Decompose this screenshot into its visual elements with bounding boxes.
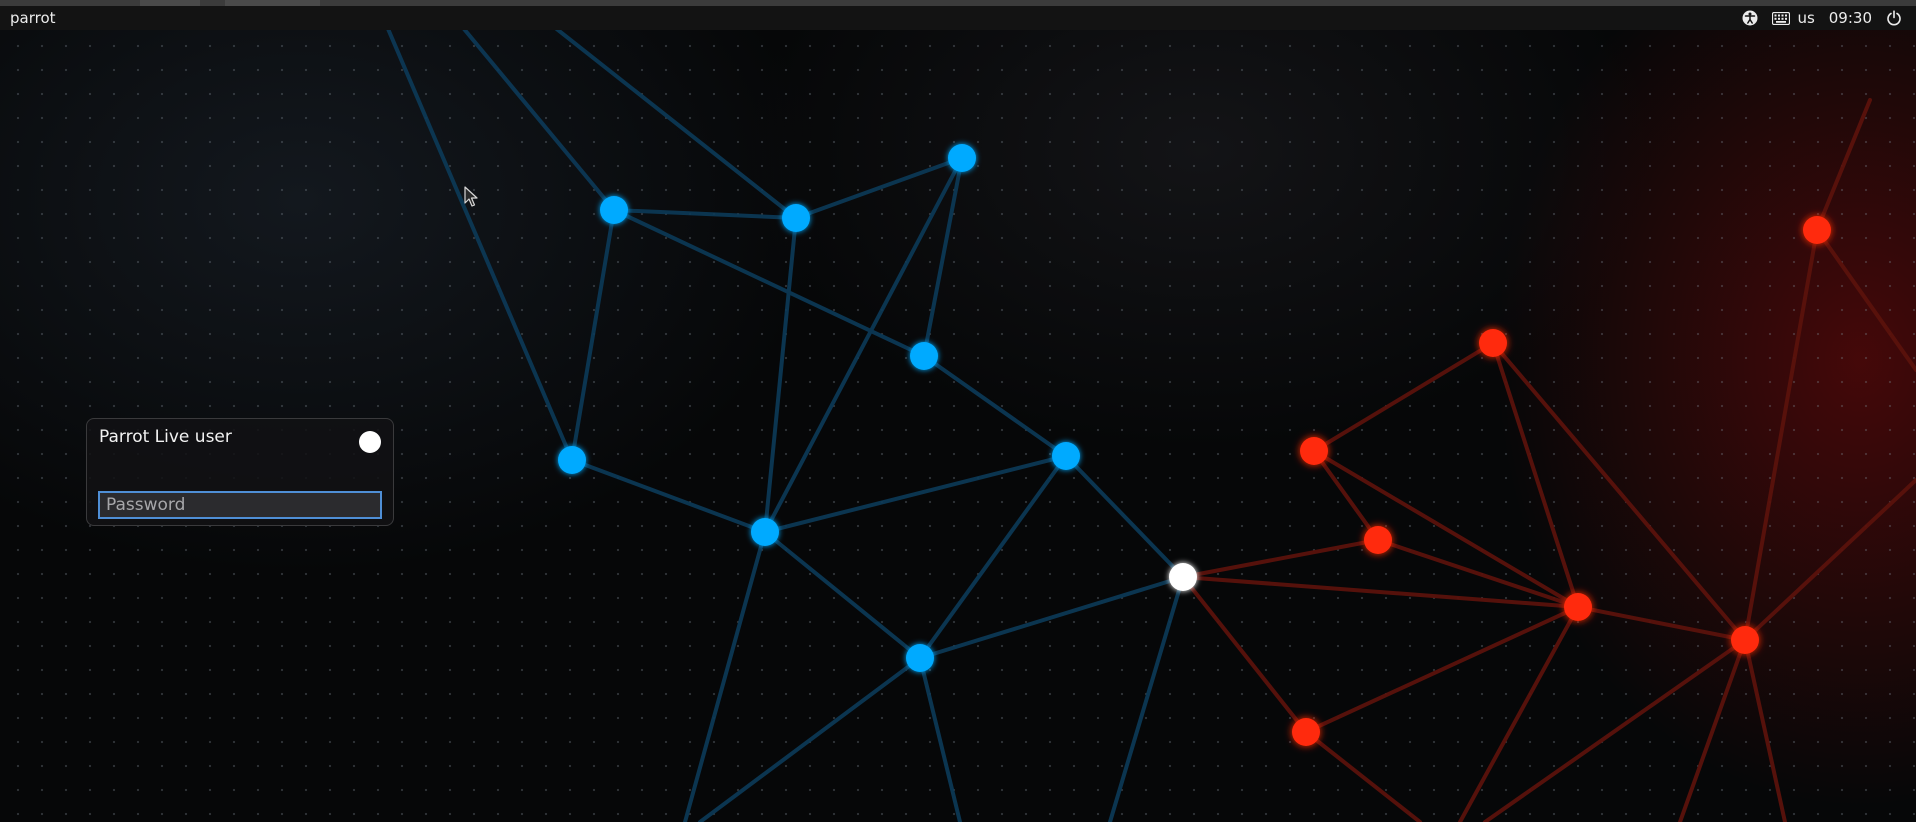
keyboard-layout-label: us [1797,9,1815,27]
user-name-label: Parrot Live user [99,427,232,447]
login-screen: parrot us 09:30 Parrot Live user [0,0,1916,822]
login-prompt: Parrot Live user [86,418,394,526]
top-panel: parrot us 09:30 [0,6,1916,30]
keyboard-icon [1772,11,1791,25]
keyboard-layout-indicator[interactable]: us [1772,9,1815,27]
password-input[interactable] [98,491,382,519]
hostname-label: parrot [10,9,56,27]
session-selector-button[interactable] [359,431,381,453]
system-tray: us 09:30 [1742,8,1902,28]
power-icon[interactable] [1886,10,1902,26]
accessibility-icon[interactable] [1742,10,1758,26]
clock-label: 09:30 [1828,9,1872,27]
network-wallpaper [378,0,1916,822]
mouse-pointer-icon [464,186,478,207]
